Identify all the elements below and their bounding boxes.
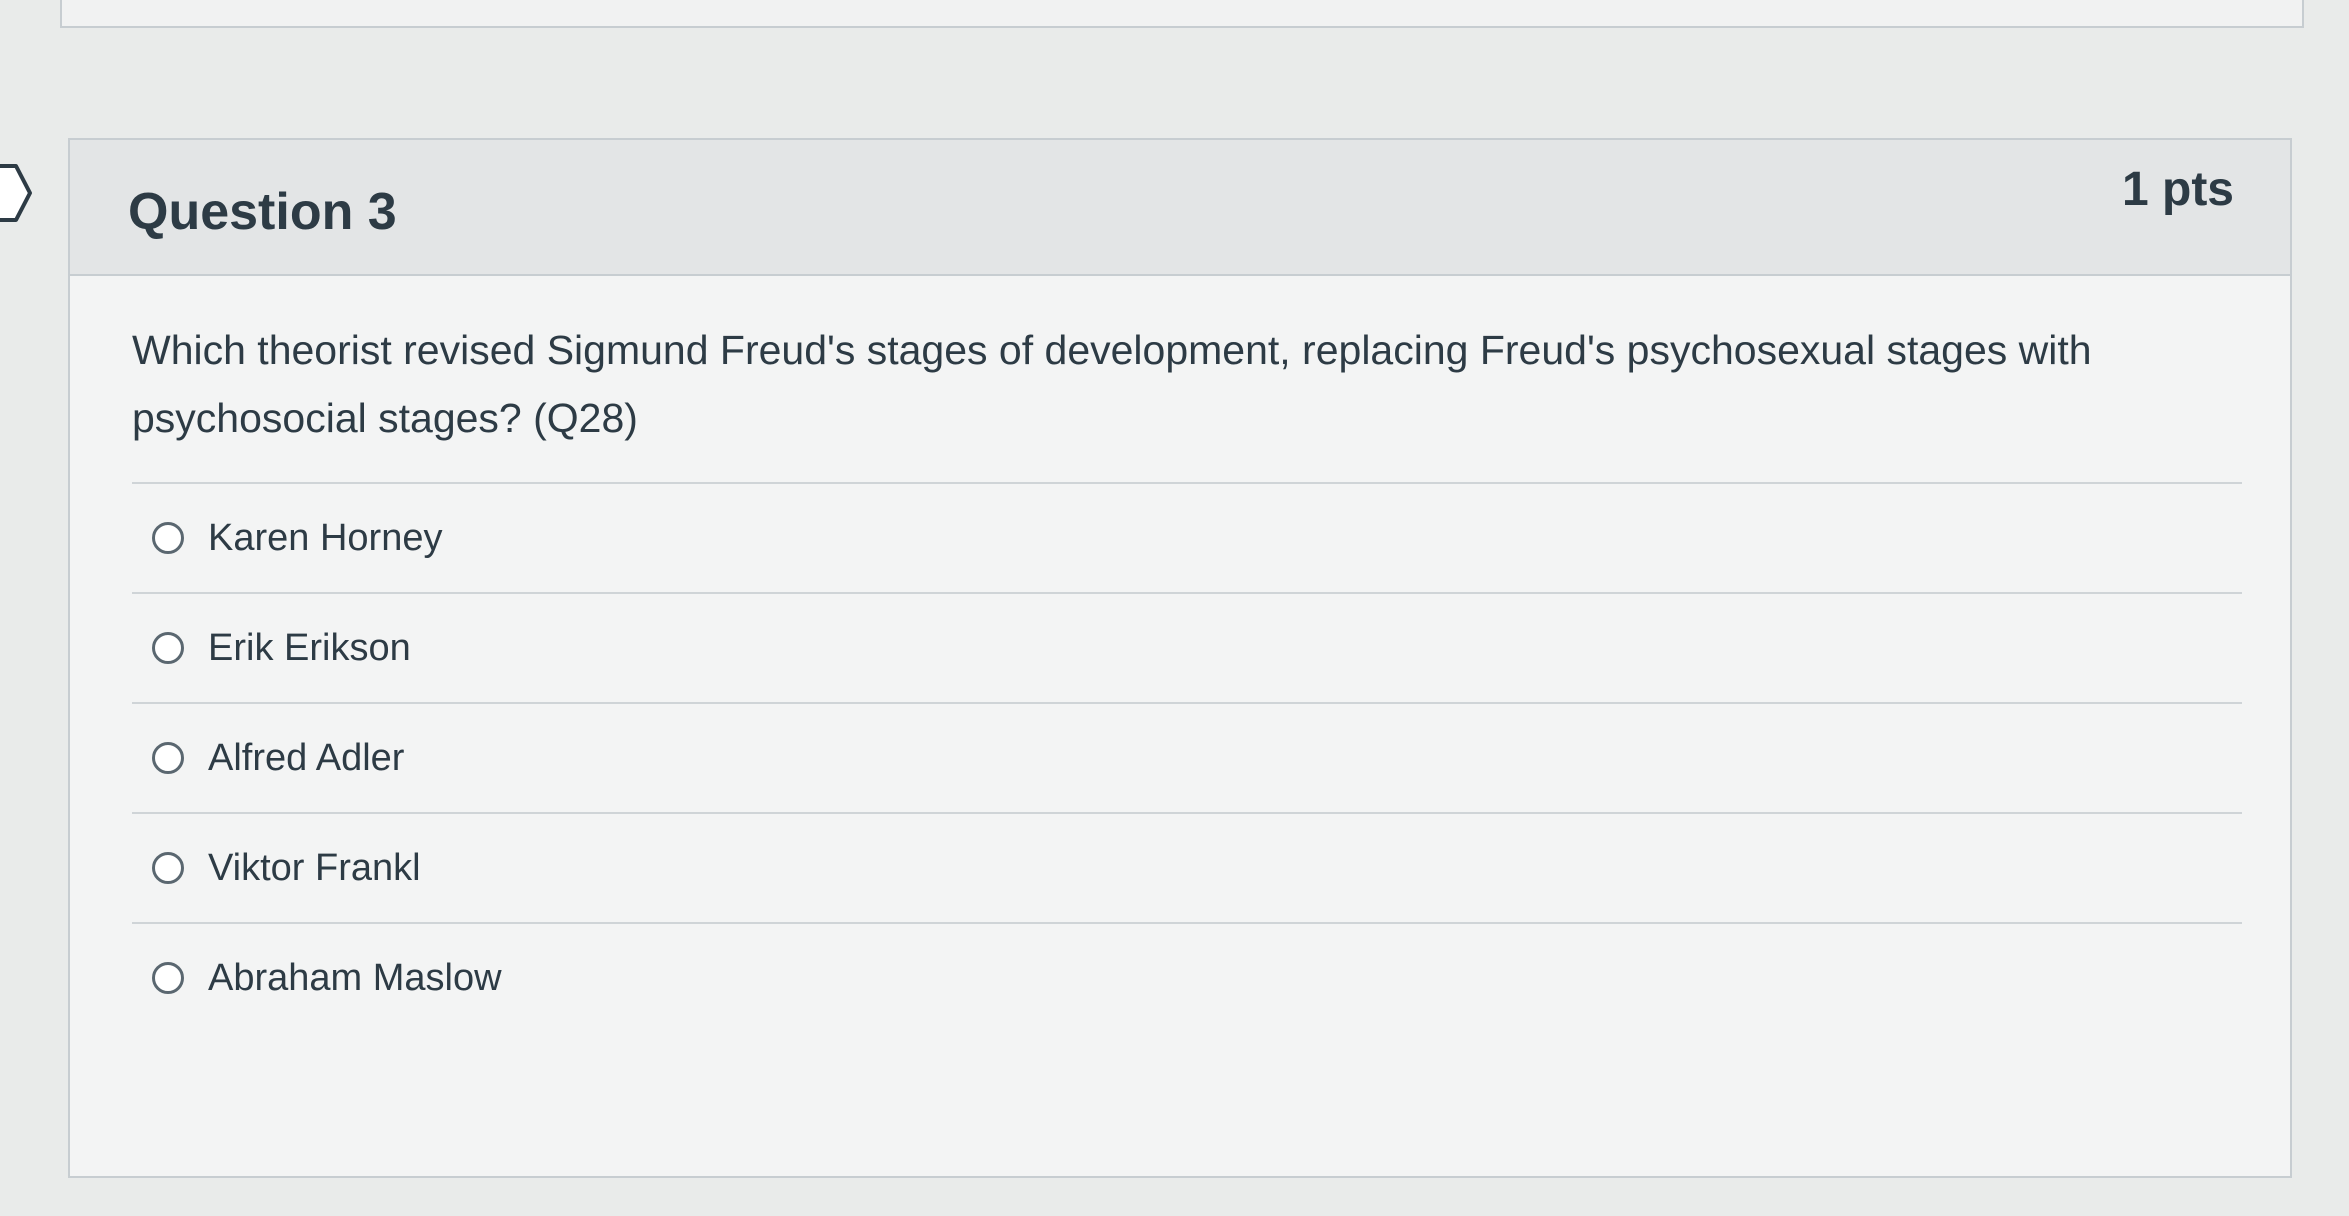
answer-label[interactable]: Erik Erikson bbox=[208, 627, 411, 670]
question-text: Which theorist revised Sigmund Freud's s… bbox=[132, 327, 2092, 441]
radio-unselected-icon[interactable] bbox=[152, 632, 184, 664]
question-title: Question 3 bbox=[128, 183, 397, 241]
radio-unselected-icon[interactable] bbox=[152, 522, 184, 554]
question-points: 1 pts bbox=[2121, 163, 2234, 216]
previous-question-card bbox=[60, 0, 2304, 28]
answer-label[interactable]: Karen Horney bbox=[208, 517, 442, 560]
radio-unselected-icon[interactable] bbox=[152, 962, 184, 994]
answer-option[interactable]: Abraham Maslow bbox=[132, 924, 2242, 1032]
question-header: Question 3 1 pts bbox=[70, 140, 2290, 276]
question-card: Question 3 1 pts Which theorist revised … bbox=[68, 138, 2292, 1178]
radio-unselected-icon[interactable] bbox=[152, 742, 184, 774]
answer-label[interactable]: Abraham Maslow bbox=[208, 957, 502, 1000]
answer-option[interactable]: Erik Erikson bbox=[132, 594, 2242, 704]
question-body: Which theorist revised Sigmund Freud's s… bbox=[70, 276, 2290, 1032]
bookmark-flag-icon[interactable] bbox=[0, 158, 38, 228]
answer-option[interactable]: Alfred Adler bbox=[132, 704, 2242, 814]
answer-option[interactable]: Viktor Frankl bbox=[132, 814, 2242, 924]
answer-option[interactable]: Karen Horney bbox=[132, 484, 2242, 594]
answer-label[interactable]: Alfred Adler bbox=[208, 737, 404, 780]
radio-unselected-icon[interactable] bbox=[152, 852, 184, 884]
answer-list: Karen Horney Erik Erikson Alfred Adler V… bbox=[132, 482, 2242, 1032]
answer-label[interactable]: Viktor Frankl bbox=[208, 847, 421, 890]
